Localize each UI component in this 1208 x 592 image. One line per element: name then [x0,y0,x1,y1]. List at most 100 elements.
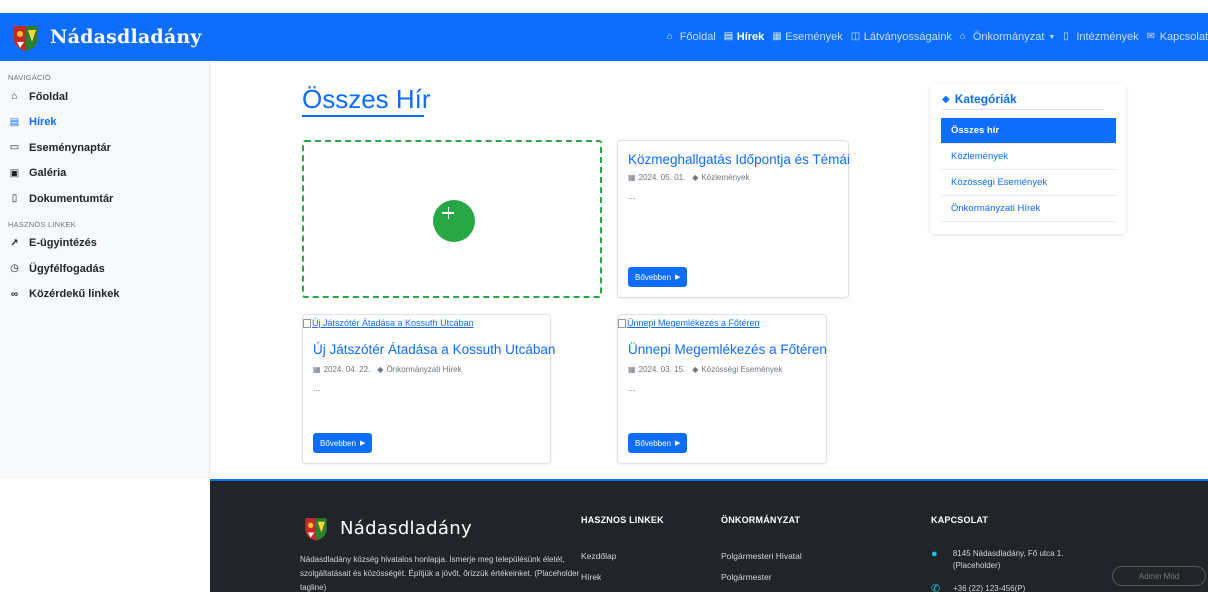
broken-image-icon [618,318,626,328]
home-icon: ⌂ [11,91,18,103]
read-more-label: Bővebben [635,438,672,448]
nav-news[interactable]: ▤ Hírek [724,31,765,43]
category-announcements[interactable]: Közlemények [941,144,1116,170]
phone-icon: ✆ [931,583,941,592]
sidebar-item-label: Dokumentumtár [29,192,114,205]
calendar-icon: ▦ [628,173,636,182]
category-all-news[interactable]: Összes hír [941,118,1116,144]
calendar-icon: ▦ [628,365,636,374]
brand-link[interactable]: Nádasdladány [8,22,202,52]
document-icon: ▯ [11,193,18,205]
news-card-title[interactable]: Új Játszótér Átadása a Kossuth Utcában [313,342,555,357]
news-card-category: Közösségi Események [701,365,783,374]
tag-icon: ◆ [692,365,699,374]
sidebar-item-e-administration[interactable]: ↗ E-ügyintézés [8,231,209,257]
sidebar-item-news[interactable]: ▤ Hírek [8,110,209,136]
plus-icon[interactable] [433,200,475,242]
caret-down-icon: ▼ [1048,33,1056,41]
footer-phone-text[interactable]: +36 (22) 123-456(P) [953,583,1025,592]
news-card-meta: ▦ 2024. 04. 22. ◆ Önkormányzati Hírek [313,365,462,374]
brand-name: Nádasdladány [50,26,202,48]
news-card-excerpt: ... [628,383,636,393]
categories-title: ◆ Kategóriák [942,92,1017,106]
news-card: Közmeghallgatás Időpontja és Témái ▦ 2024… [617,140,850,298]
nav-label: Főoldal [679,31,716,43]
read-more-label: Bővebben [635,272,672,282]
news-card-date: 2024. 03. 15. [638,365,686,374]
footer-links-title: HASZNOS LINKEK [581,515,664,525]
sidebar-item-office-hours[interactable]: ◷ Ügyfélfogadás [8,256,209,282]
news-card: Új Játszótér Átadása a Kossuth Utcában Ú… [302,314,555,464]
news-card-title[interactable]: Ünnepi Megemlékezés a Főtéren [628,342,827,357]
news-card-category: Önkormányzati Hírek [386,365,462,374]
nav-institutions[interactable]: ▯ Intézmények [1063,31,1138,43]
building-icon: ⌂ [959,31,966,42]
footer-contact-title: KAPCSOLAT [931,515,989,525]
play-icon: ▶ [675,440,681,447]
external-link-icon: ↗ [10,237,19,249]
divider [942,109,1104,110]
sidebar-item-label: Főoldal [29,90,69,103]
coat-of-arms-icon [305,518,327,541]
sidebar-item-label: Közérdekű linkek [29,288,120,301]
coat-of-arms-icon [14,26,38,51]
news-card-image[interactable]: Új Játszótér Átadása a Kossuth Utcában [303,318,474,328]
sidebar-heading-useful-links: Hasznos linkek [8,219,76,229]
broken-image-icon [303,318,311,328]
sidebar-heading-navigation: Navigáció [8,73,51,82]
sidebar-item-label: Hírek [29,116,57,129]
sidebar-item-label: Galéria [29,167,67,180]
news-card-meta: ▦ 2024. 05. 01. ◆ Közlemények [628,173,749,182]
sidebar-item-event-calendar[interactable]: ▭ Eseménynaptár [8,135,209,161]
categories-list: Összes hír Közlemények Közösségi Esemény… [941,118,1116,222]
add-news-card[interactable] [302,140,602,298]
nav-contact[interactable]: ✉ Kapcsolat [1147,31,1208,43]
sidebar: Navigáció ⌂ Főoldal ▤ Hírek ▭ Eseménynaptár… [0,61,210,479]
footer-link-news[interactable]: Hírek [581,572,601,582]
nav-municipality-dropdown[interactable]: ⌂ Önkormányzat ▼ [960,31,1055,43]
clock-icon: ◷ [10,263,19,275]
map-pin-icon: ● [931,548,938,560]
footer-link-home[interactable]: Kezdőlap [581,551,616,561]
image-alt-text: Új Játszótér Átadása a Kossuth Utcában [312,318,474,328]
sidebar-item-gallery[interactable]: ▣ Galéria [8,161,209,187]
title-underline [302,115,424,117]
sidebar-item-label: Ügyfélfogadás [29,262,105,275]
read-more-button[interactable]: Bővebben ▶ [313,433,373,453]
footer-link-mayor[interactable]: Polgármester [721,572,772,582]
admin-mode-button[interactable]: Admin Mód [1112,566,1206,586]
news-card: Ünnepi Megemlékezés a Főtéren Ünnepi Meg… [617,314,827,464]
newspaper-icon: ▤ [723,31,734,42]
news-card-title[interactable]: Közmeghallgatás Időpontja és Témái [628,152,850,167]
read-more-button[interactable]: Bővebben ▶ [628,433,688,453]
nav-label: Események [785,31,843,43]
envelope-icon: ✉ [1146,31,1156,42]
categories-panel: ◆ Kategóriák Összes hír Közlemények Közös… [930,84,1126,234]
play-icon: ▶ [675,274,681,281]
footer-brand[interactable]: Nádasdladány [300,514,472,542]
landmark-icon: ◫ [850,31,861,42]
sidebar-item-home[interactable]: ⌂ Főoldal [8,84,209,110]
footer-brand-name: Nádasdladány [340,517,472,539]
nav-attractions[interactable]: ◫ Látványosságaink [851,31,952,43]
top-navbar: Nádasdladány ⌂ Főoldal ▤ Hírek ▦ Események … [0,13,1208,61]
footer-link-mayors-office[interactable]: Polgármesteri Hivatal [721,551,802,561]
play-icon: ▶ [360,440,366,447]
category-municipal-news[interactable]: Önkormányzati Hírek [941,196,1116,222]
admin-mode-label: Admin Mód [1138,571,1180,581]
nav-events[interactable]: ▦ Események [772,31,842,43]
sidebar-item-documents[interactable]: ▯ Dokumentumtár [8,186,209,212]
news-card-meta: ▦ 2024. 03. 15. ◆ Közösségi Események [628,365,782,374]
news-card-date: 2024. 04. 22. [323,365,371,374]
nav-label: Hírek [736,31,765,43]
news-card-image[interactable]: Ünnepi Megemlékezés a Főtéren [618,318,760,328]
footer: Nádasdladány Nádasdladány község hivatal… [210,479,1208,592]
news-card-excerpt: ... [628,191,636,201]
nav-label: Látványosságaink [863,31,952,43]
category-community-events[interactable]: Közösségi Események [941,170,1116,196]
nav-home[interactable]: ⌂ Főoldal [667,31,716,43]
sidebar-item-label: E-ügyintézés [29,237,97,250]
sidebar-item-public-links[interactable]: ∞ Közérdekű linkek [8,282,209,308]
tag-icon: ◆ [692,173,699,182]
read-more-button[interactable]: Bővebben ▶ [628,267,688,287]
